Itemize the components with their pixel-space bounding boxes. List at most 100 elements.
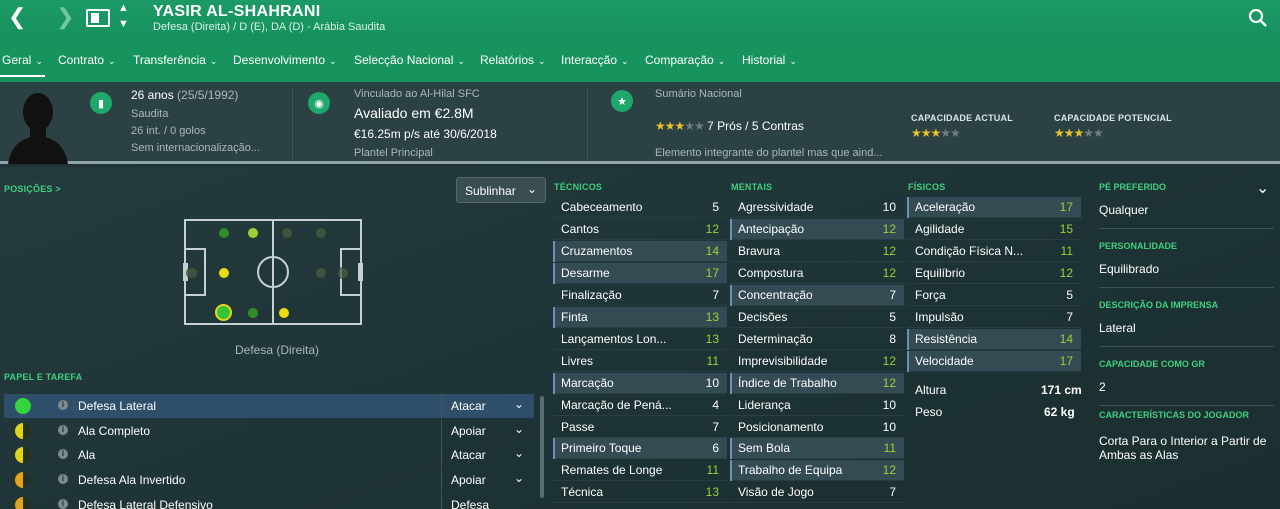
- info-icon[interactable]: i: [58, 474, 68, 484]
- mental-header: MENTAIS: [731, 182, 773, 192]
- chevron-down-icon[interactable]: ▼: [118, 18, 129, 30]
- squad-status: Plantel Principal: [354, 147, 433, 159]
- attribute-row[interactable]: Compostura 12: [730, 263, 904, 284]
- attribute-value: 8: [889, 331, 896, 346]
- attribute-row[interactable]: Velocidade 17: [907, 350, 1081, 372]
- attribute-row[interactable]: Primeiro Toque 6: [553, 438, 727, 460]
- attribute-row[interactable]: Força 5: [907, 285, 1081, 306]
- attribute-row[interactable]: Técnica 13: [553, 482, 727, 504]
- attribute-row[interactable]: Agressividade 10: [730, 197, 904, 218]
- summary-label: Sumário Nacional: [655, 88, 742, 100]
- preferred-foot-label: PÉ PREFERIDO: [1099, 182, 1167, 192]
- attribute-row[interactable]: Passe 7: [553, 417, 727, 438]
- info-icon[interactable]: i: [58, 499, 68, 509]
- attribute-name: Agressividade: [738, 200, 814, 214]
- club-contract[interactable]: Vinculado ao Al-Hilal SFC: [354, 88, 480, 100]
- attribute-row[interactable]: Lançamentos Lon... 13: [553, 329, 727, 350]
- search-icon[interactable]: [1248, 8, 1268, 28]
- attribute-row[interactable]: Antecipação 12: [730, 218, 904, 240]
- attribute-value: 10: [882, 397, 896, 412]
- attribute-row[interactable]: Condição Física N... 11: [907, 241, 1081, 262]
- attribute-row[interactable]: Cruzamentos 14: [553, 240, 727, 262]
- attribute-row[interactable]: Cabeceamento 5: [553, 197, 727, 218]
- tab-transferencia[interactable]: Transferência ⌄: [133, 53, 217, 67]
- duty-select[interactable]: Apoiar ⌄: [441, 468, 533, 492]
- attribute-name: Resistência: [915, 331, 978, 346]
- attribute-value: 13: [705, 485, 719, 500]
- position-dot-dl: [218, 227, 230, 239]
- chevron-up-icon[interactable]: ▲: [118, 2, 129, 14]
- attribute-row[interactable]: Desarme 17: [553, 262, 727, 284]
- position-dot-dr-selected: [215, 304, 232, 321]
- attribute-row[interactable]: Liderança 10: [730, 395, 904, 416]
- positions-header[interactable]: POSIÇÕES >: [4, 184, 61, 194]
- attribute-value: 17: [1059, 200, 1073, 214]
- attribute-row[interactable]: Agilidade 15: [907, 219, 1081, 240]
- duty-select[interactable]: Atacar ⌄: [441, 443, 533, 467]
- tab-seleccao-nacional[interactable]: Selecção Nacional ⌄: [354, 53, 465, 67]
- back-icon[interactable]: ❮: [8, 6, 26, 28]
- duty-select[interactable]: Atacar ⌄: [441, 394, 533, 418]
- attribute-row[interactable]: Impulsão 7: [907, 307, 1081, 328]
- attribute-name: Concentração: [738, 287, 813, 302]
- attribute-row[interactable]: Bravura 12: [730, 241, 904, 262]
- duty-select[interactable]: Defesa: [441, 493, 533, 509]
- attribute-row[interactable]: Decisões 5: [730, 307, 904, 328]
- attribute-name: Trabalho de Equipa: [738, 463, 843, 478]
- profile-icon[interactable]: [86, 9, 110, 27]
- attribute-row[interactable]: Cantos 12: [553, 219, 727, 240]
- tab-contrato[interactable]: Contrato ⌄: [58, 53, 116, 67]
- attribute-value: 10: [705, 375, 719, 390]
- duty-select[interactable]: Apoiar ⌄: [441, 419, 533, 443]
- tab-comparacao[interactable]: Comparação ⌄: [645, 53, 725, 67]
- info-icon[interactable]: i: [58, 449, 68, 459]
- info-icon[interactable]: i: [58, 400, 68, 410]
- attribute-row[interactable]: Livres 11: [553, 351, 727, 372]
- attribute-value: 5: [1066, 287, 1073, 302]
- attribute-row[interactable]: Finalização 7: [553, 285, 727, 306]
- attribute-value: 12: [882, 353, 896, 368]
- international-status[interactable]: Sem internacionalização...: [131, 142, 260, 154]
- role-row[interactable]: i Ala Completo Apoiar ⌄: [4, 419, 534, 443]
- attribute-name: Remates de Longe: [561, 463, 663, 478]
- personality-label: PERSONALIDADE: [1099, 241, 1178, 251]
- forward-icon[interactable]: ❯: [56, 6, 74, 28]
- chevron-down-icon: ⌄: [513, 397, 524, 411]
- role-row[interactable]: i Defesa Ala Invertido Apoiar ⌄: [4, 468, 534, 492]
- attribute-row[interactable]: Posicionamento 10: [730, 417, 904, 438]
- player-traits: Corta Para o Interior a Partir de Ambas …: [1099, 434, 1267, 462]
- info-icon[interactable]: i: [58, 425, 68, 435]
- attribute-row[interactable]: Marcação 10: [553, 372, 727, 394]
- attribute-row[interactable]: Equilíbrio 12: [907, 263, 1081, 284]
- attribute-row[interactable]: Resistência 14: [907, 328, 1081, 350]
- chevron-down-icon[interactable]: ⌄: [1256, 178, 1269, 198]
- pitch-diagram: [183, 219, 363, 325]
- press-description: Lateral: [1099, 321, 1136, 335]
- attribute-row[interactable]: Remates de Longe 11: [553, 460, 727, 482]
- roles-scrollbar[interactable]: [540, 396, 544, 498]
- attribute-value: 5: [712, 200, 719, 214]
- role-row[interactable]: i Ala Atacar ⌄: [4, 443, 534, 467]
- tab-historial[interactable]: Historial ⌄: [742, 53, 797, 67]
- role-row[interactable]: i Defesa Lateral Defensivo Defesa: [4, 493, 534, 509]
- attribute-row[interactable]: Sem Bola 11: [730, 438, 904, 460]
- player-name: YASIR AL-SHAHRANI: [153, 3, 321, 20]
- attribute-row[interactable]: Aceleração 17: [907, 197, 1081, 218]
- highlight-select[interactable]: Sublinhar ⌄: [456, 177, 546, 203]
- attribute-row[interactable]: Imprevisibilidade 12: [730, 351, 904, 372]
- role-row[interactable]: i Defesa Lateral Atacar ⌄: [4, 394, 534, 418]
- attribute-row[interactable]: Índice de Trabalho 12: [730, 372, 904, 394]
- attribute-row[interactable]: Marcação de Pená... 4: [553, 395, 727, 416]
- tab-interaccao[interactable]: Interacção ⌄: [561, 53, 629, 67]
- role-name: Ala Completo: [78, 424, 151, 438]
- tab-geral[interactable]: Geral ⌄: [0, 53, 45, 77]
- attribute-row[interactable]: Trabalho de Equipa 12: [730, 460, 904, 482]
- pros-cons[interactable]: 7 Prós / 5 Contras: [707, 119, 804, 133]
- age: 26 anos: [131, 88, 174, 102]
- attribute-row[interactable]: Determinação 8: [730, 329, 904, 350]
- tab-relatorios[interactable]: Relatórios ⌄: [480, 53, 546, 67]
- attribute-row[interactable]: Concentração 7: [730, 284, 904, 306]
- tab-desenvolvimento[interactable]: Desenvolvimento ⌄: [233, 53, 337, 67]
- attribute-row[interactable]: Finta 13: [553, 306, 727, 328]
- attribute-row[interactable]: Visão de Jogo 7: [730, 482, 904, 504]
